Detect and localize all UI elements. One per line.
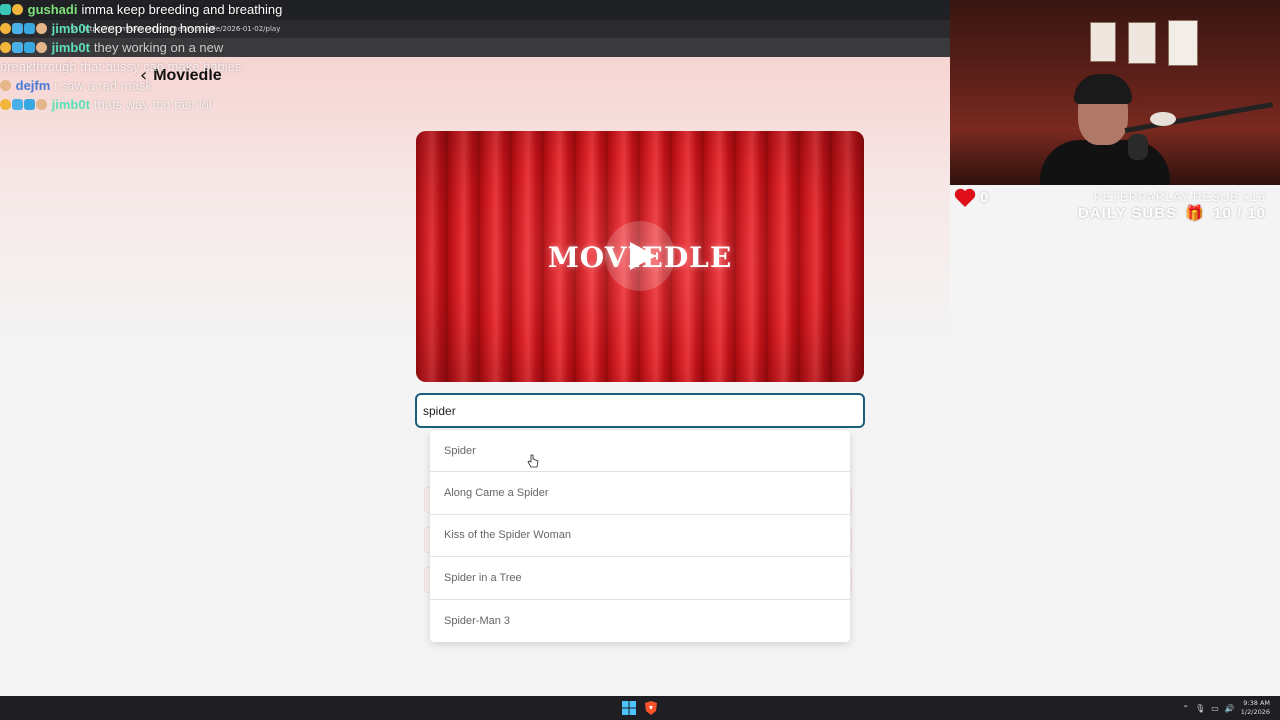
chat-text: imma keep breeding and breathing (81, 2, 283, 17)
hand-cursor-icon (527, 454, 539, 468)
suggestion-item[interactable]: Spider-Man 3 (430, 600, 850, 642)
cube-badge-icon (12, 23, 23, 34)
check-badge-icon (24, 23, 35, 34)
brave-browser-icon[interactable] (643, 700, 659, 716)
play-button[interactable] (605, 221, 675, 291)
microphone-icon[interactable]: 🎙 (1195, 704, 1205, 713)
heart-count: 0 (980, 189, 989, 206)
movie-search-input[interactable] (415, 393, 865, 428)
taskbar: ⌃ 🎙 ▭ 🔊 9:38 AM 1/2/2026 (0, 696, 1280, 720)
emoji-badge-icon (12, 4, 23, 15)
check-badge-icon (24, 99, 35, 110)
play-icon (629, 242, 656, 270)
chat-text: i saw a red mask (54, 78, 152, 93)
cube-badge-icon (12, 42, 23, 53)
chat-message: jimb0t they working on a new breakthrough… (0, 38, 300, 76)
chat-username[interactable]: jimb0t (52, 40, 90, 55)
network-icon[interactable]: ▭ (1211, 704, 1219, 713)
windows-start-icon[interactable] (621, 700, 637, 716)
wall-frame (1090, 22, 1116, 62)
suggestion-dropdown: Spider Along Came a Spider Kiss of the S… (430, 430, 850, 642)
clock-time: 9:38 AM (1243, 699, 1270, 707)
chat-message: dejfm i saw a red mask (0, 76, 300, 95)
chat-username[interactable]: dejfm (16, 78, 51, 93)
avatar-badge-icon (36, 42, 47, 53)
daily-subs-value: 10 / 10 (1213, 205, 1266, 222)
gift-icon: 🎁 (1185, 205, 1205, 222)
subscriber-badge-icon (0, 4, 11, 15)
cube-badge-icon (12, 99, 23, 110)
microphone (1128, 134, 1148, 160)
stream-chat-overlay: gushadi imma keep breeding and breathing … (0, 0, 300, 114)
clock[interactable]: 9:38 AM 1/2/2026 (1241, 699, 1270, 717)
stream-stats-overlay: 0 PETERPARLAY.RESUB x16 DAILY SUBS 🎁 10 … (952, 188, 1272, 224)
chat-text: thats way too fast lol (93, 97, 212, 112)
avatar-badge-icon (0, 80, 11, 91)
streamer-body (1040, 140, 1170, 185)
lamp (1150, 112, 1176, 126)
stream-background (950, 185, 1280, 696)
chat-username[interactable]: jimb0t (52, 97, 90, 112)
avatar-badge-icon (36, 23, 47, 34)
webcam-feed (950, 0, 1280, 185)
chat-message: jimb0t keep breeding homie (0, 19, 300, 38)
streamer-beanie (1074, 74, 1132, 104)
avatar-badge-icon (36, 99, 47, 110)
resub-alert: PETERPARLAY.RESUB x16 (1093, 190, 1266, 204)
chat-text: keep breeding homie (93, 21, 216, 36)
chat-message: jimb0t thats way too fast lol (0, 95, 300, 114)
suggestion-item[interactable]: Along Came a Spider (430, 472, 850, 515)
daily-subs-label: DAILY SUBS (1077, 205, 1178, 222)
emoji-badge-icon (0, 42, 11, 53)
heart-icon (954, 188, 976, 207)
mic-arm (1124, 101, 1274, 133)
suggestion-item[interactable]: Spider in a Tree (430, 557, 850, 600)
video-player[interactable]: MOVIEDLE (416, 131, 864, 382)
chevron-up-icon[interactable]: ⌃ (1182, 704, 1189, 713)
suggestion-item[interactable]: Kiss of the Spider Woman (430, 515, 850, 558)
volume-icon[interactable]: 🔊 (1225, 704, 1235, 713)
system-tray: ⌃ 🎙 ▭ 🔊 9:38 AM 1/2/2026 (1182, 699, 1270, 717)
daily-subs-counter: DAILY SUBS 🎁 10 / 10 (1078, 204, 1266, 222)
chat-username[interactable]: jimb0t (52, 21, 90, 36)
wall-frame (1128, 22, 1156, 64)
suggestion-item[interactable]: Spider (430, 430, 850, 473)
chat-message: gushadi imma keep breeding and breathing (0, 0, 300, 19)
emoji-badge-icon (0, 99, 11, 110)
check-badge-icon (24, 42, 35, 53)
emoji-badge-icon (0, 23, 11, 34)
wall-frame (1168, 20, 1198, 66)
clock-date: 1/2/2026 (1240, 708, 1270, 716)
chat-username[interactable]: gushadi (28, 2, 78, 17)
